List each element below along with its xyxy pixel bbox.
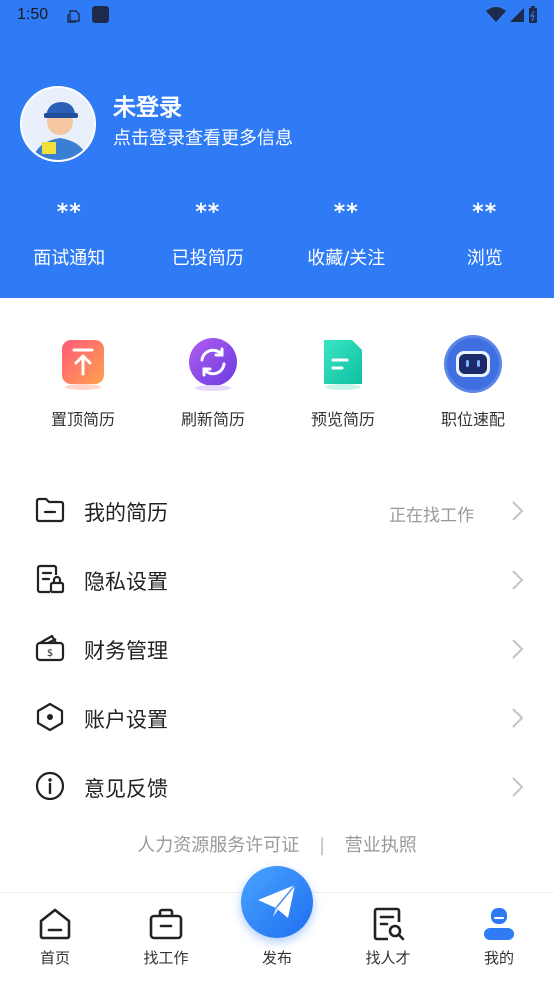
quick-action-pin-resume[interactable]: 置顶简历: [18, 334, 148, 430]
tab-mine[interactable]: 我的: [444, 893, 554, 968]
chevron-right-icon: [510, 500, 524, 526]
refresh-icon: [183, 334, 243, 394]
wallet-icon: $: [34, 632, 66, 664]
tab-label: 我的: [444, 947, 554, 968]
wifi-icon: [486, 7, 506, 27]
stat-value: **: [0, 200, 139, 230]
publish-button[interactable]: [241, 866, 313, 938]
menu-item-label: 意见反馈: [84, 773, 168, 803]
business-license-link[interactable]: 营业执照: [345, 835, 417, 856]
quick-action-label: 刷新简历: [148, 406, 278, 430]
folder-icon: [34, 494, 66, 526]
quick-action-label: 预览简历: [278, 406, 408, 430]
hr-license-link[interactable]: 人力资源服务许可证: [137, 835, 299, 856]
stat-value: **: [139, 200, 278, 230]
menu-item-label: 财务管理: [84, 635, 168, 665]
avatar[interactable]: [20, 86, 96, 162]
menu-item-privacy-settings[interactable]: 隐私设置: [0, 545, 554, 614]
quick-action-label: 置顶简历: [18, 406, 148, 430]
footer-links: 人力资源服务许可证 | 营业执照: [0, 831, 554, 857]
hexagon-settings-icon: [34, 701, 66, 733]
quick-action-preview-resume[interactable]: 预览简历: [278, 334, 408, 430]
app-notification-icon: [92, 6, 109, 23]
menu-item-account-settings[interactable]: 账户设置: [0, 683, 554, 752]
stat-label: 收藏/关注: [277, 244, 416, 270]
menu-item-finance-management[interactable]: $ 财务管理: [0, 614, 554, 683]
info-icon: [34, 770, 66, 802]
stat-value: **: [416, 200, 554, 230]
pin-top-icon: [53, 334, 113, 394]
robot-match-icon: [443, 334, 503, 394]
signal-icon: [509, 7, 525, 27]
footer-separator: |: [319, 835, 325, 856]
search-document-icon: [333, 905, 443, 945]
chevron-right-icon: [510, 638, 524, 664]
quick-action-job-match[interactable]: 职位速配: [408, 334, 538, 430]
chevron-right-icon: [510, 776, 524, 802]
chevron-right-icon: [510, 707, 524, 733]
quick-actions: 置顶简历 刷新简历 预览简历: [0, 334, 554, 430]
privacy-lock-icon: [34, 563, 66, 595]
job-status-value: 正在找工作: [389, 501, 474, 526]
notification-icon: [66, 8, 82, 28]
tab-find-jobs[interactable]: 找工作: [111, 893, 221, 968]
stat-label: 已投简历: [139, 244, 278, 270]
svg-text:$: $: [47, 648, 53, 659]
battery-icon: [528, 6, 538, 28]
stat-interview-notice[interactable]: ** 面试通知: [0, 200, 139, 270]
stat-label: 浏览: [416, 244, 554, 270]
settings-menu: 我的简历 正在找工作 隐私设置 $ 财务管理 账户设置: [0, 476, 554, 821]
document-icon: [313, 334, 373, 394]
stat-label: 面试通知: [0, 244, 139, 270]
login-hint[interactable]: 点击登录查看更多信息: [113, 124, 293, 150]
login-status-title[interactable]: 未登录: [113, 88, 182, 122]
menu-item-feedback[interactable]: 意见反馈: [0, 752, 554, 821]
chevron-right-icon: [510, 569, 524, 595]
menu-item-label: 我的简历: [84, 497, 168, 527]
user-icon: [444, 905, 554, 945]
briefcase-icon: [111, 905, 221, 945]
tab-home[interactable]: 首页: [0, 893, 110, 968]
stat-value: **: [277, 200, 416, 230]
tab-label: 找工作: [111, 947, 221, 968]
home-icon: [0, 905, 110, 945]
tab-find-talent[interactable]: 找人才: [333, 893, 443, 968]
quick-action-label: 职位速配: [408, 406, 538, 430]
stat-applied-resumes[interactable]: ** 已投简历: [139, 200, 278, 270]
status-time: 1:50: [17, 6, 48, 24]
stat-views[interactable]: ** 浏览: [416, 200, 554, 270]
stat-favorites[interactable]: ** 收藏/关注: [277, 200, 416, 270]
quick-action-refresh-resume[interactable]: 刷新简历: [148, 334, 278, 430]
menu-item-label: 账户设置: [84, 704, 168, 734]
tab-label: 首页: [0, 947, 110, 968]
tab-label: 发布: [241, 947, 313, 968]
menu-item-label: 隐私设置: [84, 566, 168, 596]
profile-header: 1:50 未登录 点击登录查看更多信息: [0, 0, 554, 298]
menu-item-my-resume[interactable]: 我的简历 正在找工作: [0, 476, 554, 545]
stats-row: ** 面试通知 ** 已投简历 ** 收藏/关注 ** 浏览: [0, 200, 554, 270]
tab-label: 找人才: [333, 947, 443, 968]
paper-plane-icon: [255, 881, 299, 923]
status-bar: 1:50: [0, 0, 554, 32]
